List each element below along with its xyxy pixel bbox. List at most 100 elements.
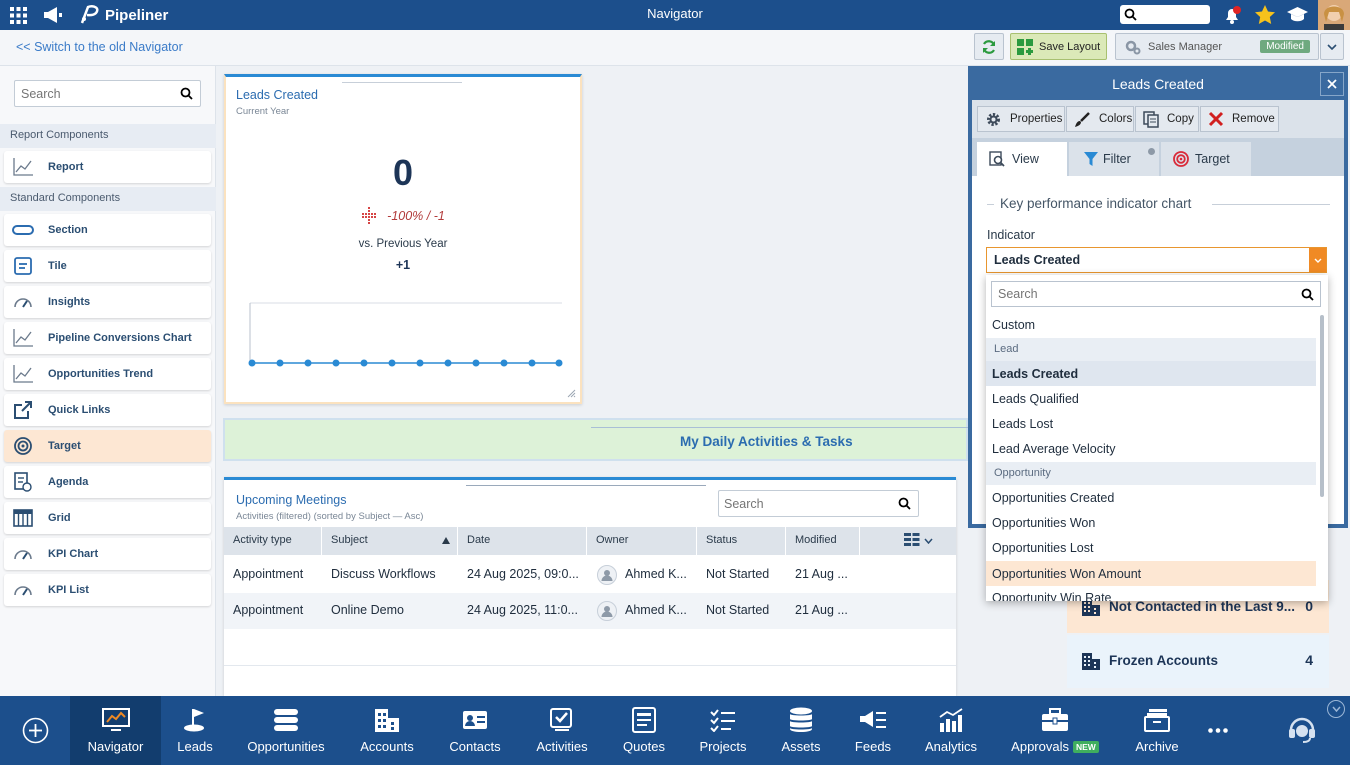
kpi-change: -100% / -1 bbox=[387, 209, 445, 223]
nav-feeds[interactable]: Feeds bbox=[843, 696, 903, 765]
new-badge: NEW bbox=[1072, 740, 1099, 753]
dropdown-scrollbar[interactable] bbox=[1320, 315, 1324, 497]
option-opportunities-created[interactable]: Opportunities Created bbox=[986, 485, 1316, 510]
dropdown-search-input[interactable] bbox=[998, 283, 1288, 305]
gear-icon bbox=[1125, 40, 1141, 54]
profile-selector[interactable]: Sales Manager Modified bbox=[1115, 33, 1319, 60]
section-banner[interactable]: My Daily Activities & Tasks bbox=[223, 418, 970, 461]
component-quick-links[interactable]: Quick Links bbox=[4, 394, 211, 426]
component-grid[interactable]: Grid bbox=[4, 502, 211, 534]
nav-activities[interactable]: Activities bbox=[527, 696, 597, 765]
properties-button[interactable]: Properties bbox=[977, 106, 1065, 132]
nav-label: Feeds bbox=[854, 739, 892, 754]
chevron-down-icon bbox=[1314, 258, 1321, 263]
nav-approvals[interactable]: Approvals NEW bbox=[1005, 696, 1105, 765]
global-search[interactable] bbox=[1120, 5, 1210, 24]
resize-handle-icon[interactable] bbox=[566, 388, 576, 398]
column-header-activity-type[interactable]: Activity type bbox=[224, 527, 322, 555]
option-custom[interactable]: Custom bbox=[986, 312, 1316, 337]
component-section[interactable]: Section bbox=[4, 214, 211, 246]
close-panel-button[interactable] bbox=[1320, 72, 1344, 96]
filter-icon bbox=[1084, 151, 1098, 166]
kpi-subtitle: Current Year bbox=[236, 106, 290, 117]
drag-handle[interactable] bbox=[466, 485, 706, 486]
more-icon[interactable] bbox=[1208, 728, 1228, 733]
nav-quotes[interactable]: Quotes bbox=[612, 696, 676, 765]
user-avatar[interactable] bbox=[1318, 0, 1350, 30]
save-layout-button[interactable]: Save Layout bbox=[1010, 33, 1107, 60]
option-lead-average-velocity[interactable]: Lead Average Velocity bbox=[986, 436, 1316, 461]
top-bar: Pipeliner Navigator bbox=[0, 0, 1350, 30]
switch-old-navigator-link[interactable]: << Switch to the old Navigator bbox=[16, 40, 183, 54]
component-opportunities-trend[interactable]: Opportunities Trend bbox=[4, 358, 211, 390]
column-header-modified[interactable]: Modified bbox=[786, 527, 860, 555]
components-search-input[interactable] bbox=[21, 82, 171, 105]
bell-icon[interactable] bbox=[1223, 5, 1243, 25]
components-search[interactable] bbox=[14, 80, 201, 107]
section-rule-right bbox=[1212, 204, 1330, 205]
option-leads-lost[interactable]: Leads Lost bbox=[986, 411, 1316, 436]
support-headset-icon[interactable] bbox=[1288, 714, 1316, 744]
component-tile[interactable]: Tile bbox=[4, 250, 211, 282]
remove-button[interactable]: Remove bbox=[1200, 106, 1279, 132]
column-header-owner[interactable]: Owner bbox=[587, 527, 697, 555]
add-button[interactable] bbox=[22, 717, 49, 744]
column-header-subject[interactable]: Subject bbox=[322, 527, 458, 555]
component-insights[interactable]: Insights bbox=[4, 286, 211, 318]
nav-accounts[interactable]: Accounts bbox=[350, 696, 424, 765]
cell-owner: Ahmed K... bbox=[625, 567, 687, 581]
tab-filter[interactable]: Filter bbox=[1069, 142, 1159, 176]
nav-opportunities[interactable]: Opportunities bbox=[236, 696, 336, 765]
component-pipeline-conversions-chart[interactable]: Pipeline Conversions Chart bbox=[4, 322, 211, 354]
component-agenda[interactable]: Agenda bbox=[4, 466, 211, 498]
table-divider bbox=[224, 665, 956, 666]
drag-handle[interactable] bbox=[591, 427, 970, 428]
column-header-date[interactable]: Date bbox=[458, 527, 587, 555]
column-header-status[interactable]: Status bbox=[697, 527, 786, 555]
toolbar-label: Colors bbox=[1099, 113, 1133, 125]
collapse-nav-button[interactable] bbox=[1327, 700, 1345, 718]
option-opportunities-won[interactable]: Opportunities Won bbox=[986, 510, 1316, 535]
nav-leads[interactable]: Leads bbox=[161, 696, 229, 765]
tab-target[interactable]: Target bbox=[1161, 142, 1251, 176]
nav-navigator[interactable]: Navigator bbox=[70, 696, 161, 765]
kpi-card-leads-created[interactable]: Leads Created Current Year 0 -100% / -1 … bbox=[224, 74, 582, 404]
dropdown-search[interactable] bbox=[991, 281, 1321, 307]
nav-label: Assets bbox=[781, 739, 821, 754]
nav-archive[interactable]: Archive bbox=[1122, 696, 1192, 765]
kpi-delta: +1 bbox=[395, 258, 411, 272]
indicator-select[interactable]: Leads Created bbox=[986, 247, 1327, 273]
contact-card-icon bbox=[460, 707, 490, 733]
list-item[interactable]: Frozen Accounts 4 bbox=[1067, 635, 1329, 688]
star-icon[interactable] bbox=[1255, 5, 1275, 24]
option-opportunity-win-rate[interactable]: Opportunity Win Rate bbox=[986, 586, 1316, 601]
option-leads-qualified[interactable]: Leads Qualified bbox=[986, 386, 1316, 411]
nav-assets[interactable]: Assets bbox=[770, 696, 832, 765]
colors-button[interactable]: Colors bbox=[1066, 106, 1134, 132]
nav-projects[interactable]: Projects bbox=[690, 696, 756, 765]
column-chooser-button[interactable] bbox=[904, 533, 933, 548]
option-opportunities-won-amount[interactable]: Opportunities Won Amount bbox=[986, 561, 1316, 586]
briefcase-icon bbox=[1040, 707, 1070, 733]
component-target[interactable]: Target bbox=[4, 430, 211, 462]
tab-view[interactable]: View bbox=[977, 142, 1067, 176]
nav-contacts[interactable]: Contacts bbox=[440, 696, 510, 765]
component-kpi-chart[interactable]: KPI Chart bbox=[4, 538, 211, 570]
component-report[interactable]: Report bbox=[4, 151, 211, 183]
search-icon bbox=[1301, 288, 1314, 301]
meetings-search[interactable] bbox=[718, 490, 919, 517]
option-opportunities-lost[interactable]: Opportunities Lost bbox=[986, 535, 1316, 560]
copy-button[interactable]: Copy bbox=[1135, 106, 1199, 132]
upcoming-meetings-card[interactable]: Upcoming Meetings Activities (filtered) … bbox=[224, 477, 956, 696]
graduation-cap-icon[interactable] bbox=[1287, 6, 1308, 24]
component-kpi-list[interactable]: KPI List bbox=[4, 574, 211, 606]
option-leads-created[interactable]: Leads Created bbox=[986, 361, 1316, 386]
refresh-button[interactable] bbox=[974, 33, 1004, 60]
table-row[interactable]: Appointment Discuss Workflows 24 Aug 202… bbox=[224, 557, 956, 592]
dropdown-toggle[interactable] bbox=[1309, 248, 1326, 272]
nav-analytics[interactable]: Analytics bbox=[918, 696, 984, 765]
meetings-search-input[interactable] bbox=[724, 492, 889, 515]
table-row[interactable]: Appointment Online Demo 24 Aug 2025, 11:… bbox=[224, 593, 956, 629]
profile-dropdown-button[interactable] bbox=[1320, 33, 1344, 60]
drag-handle[interactable] bbox=[342, 82, 462, 83]
